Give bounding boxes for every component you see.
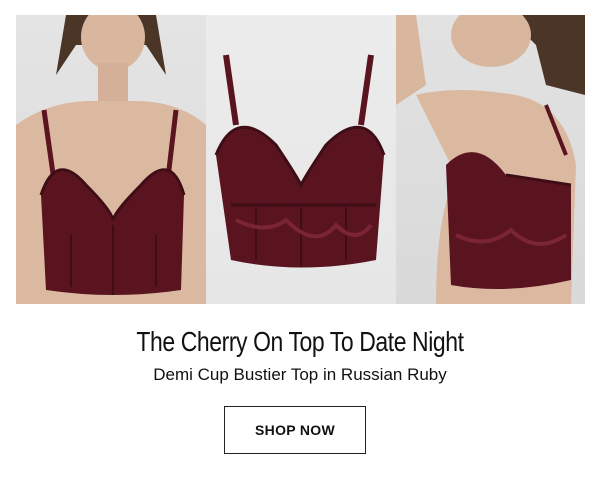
model-front-illustration xyxy=(16,15,206,304)
product-subtitle: Demi Cup Bustier Top in Russian Ruby xyxy=(153,365,447,384)
model-back-image[interactable] xyxy=(396,15,585,304)
product-flat-illustration xyxy=(214,54,386,268)
product-image-gallery xyxy=(16,15,585,304)
model-back-illustration xyxy=(396,15,585,304)
shop-now-button[interactable]: SHOP NOW xyxy=(224,406,366,454)
headline: The Cherry On Top To Date Night xyxy=(136,326,464,357)
product-flat-image[interactable] xyxy=(206,15,396,304)
model-front-image[interactable] xyxy=(16,15,206,304)
